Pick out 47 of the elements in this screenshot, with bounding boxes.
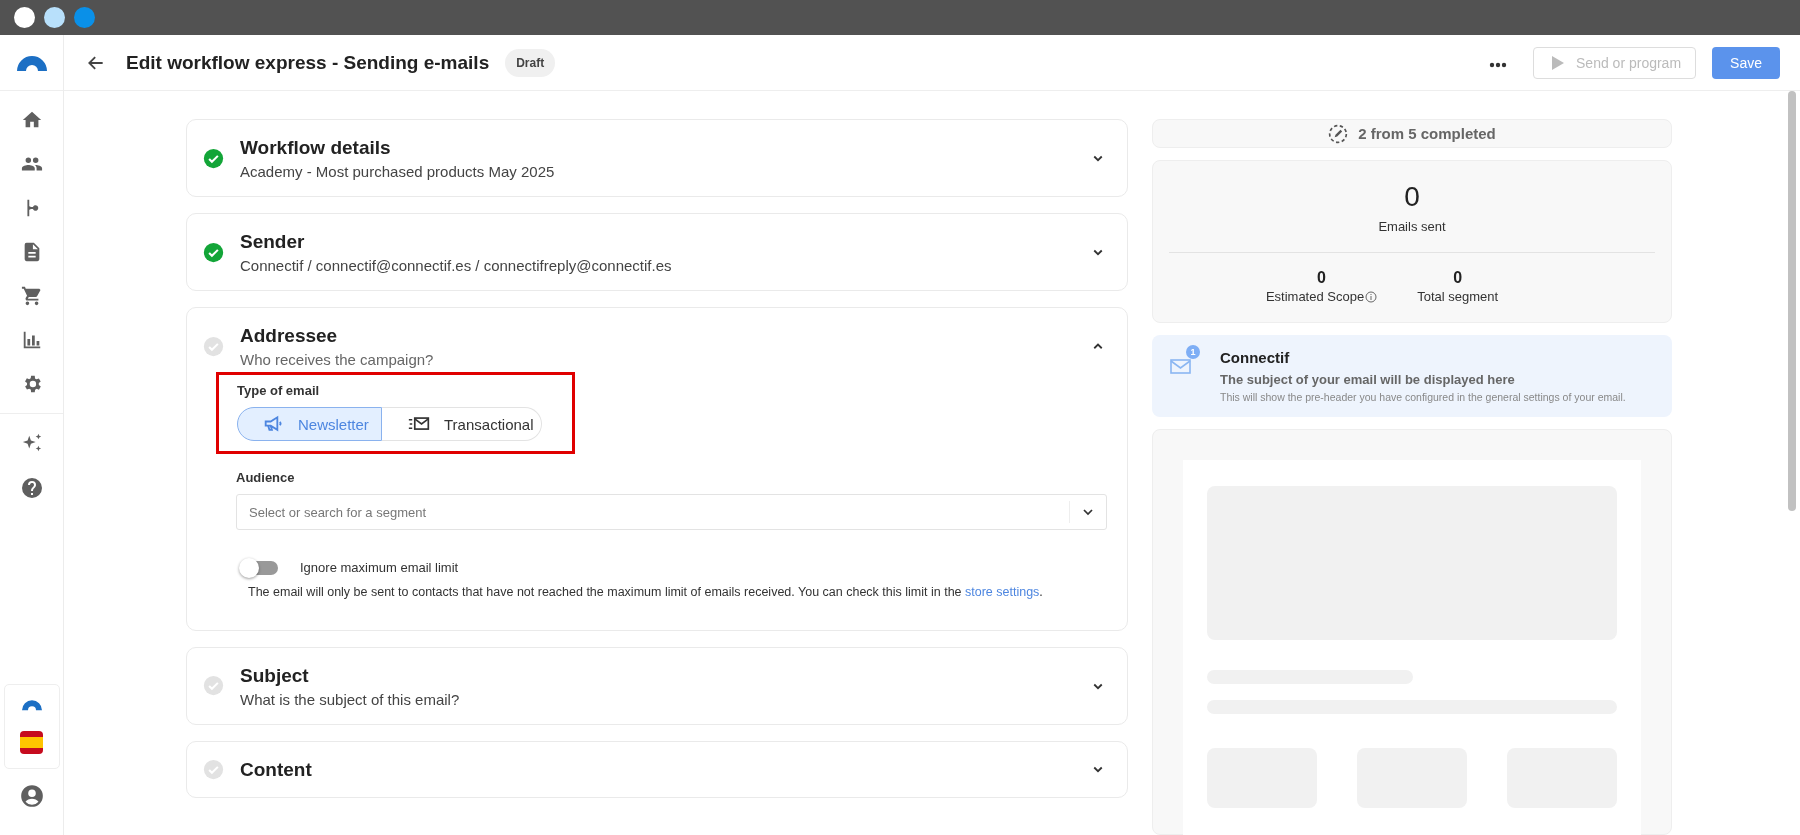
stat-value: 0 (1404, 181, 1420, 213)
stat-value: 0 (1453, 269, 1463, 287)
limit-note: The email will only be sent to contacts that have not reached the maximum limit of emails received. You can check this limit in the store settings. (247, 584, 1044, 601)
field-label: Type of email (237, 383, 321, 398)
subject-preview: The subject of your email will be displayed here (1220, 372, 1516, 387)
sender-name: Connectif (1220, 349, 1291, 366)
flag-icon[interactable] (20, 731, 43, 754)
more-icon (1489, 62, 1507, 68)
stat-label: Emails sent (1378, 219, 1446, 234)
megaphone-icon (264, 415, 284, 433)
section-subtitle: Who receives the campaign? (240, 351, 434, 368)
account-icon[interactable] (18, 783, 45, 809)
section-title: Sender (240, 231, 306, 253)
section-title: Subject (240, 664, 310, 687)
help-icon[interactable] (19, 476, 44, 500)
logo-icon[interactable] (15, 53, 48, 72)
window-button[interactable] (44, 7, 65, 28)
cart-icon[interactable] (20, 285, 43, 307)
scrollbar-thumb[interactable] (1788, 91, 1796, 511)
dashed-edit-icon (1328, 123, 1349, 144)
toggle-label: Ignore maximum email limit (300, 560, 459, 575)
envelope-icon (408, 416, 430, 432)
page-title: Edit workflow express - Sending e-mails (126, 51, 490, 74)
stat-label: Estimated Scope (1265, 289, 1365, 304)
toggle-switch[interactable] (242, 560, 278, 575)
section-title: Addressee (240, 325, 339, 347)
status-badge: Draft (505, 48, 556, 77)
play-icon (1552, 55, 1564, 70)
info-icon[interactable] (1365, 290, 1378, 303)
count-badge: 1 (1186, 345, 1200, 359)
progress-text: 2 from 5 completed (1358, 125, 1496, 142)
section-subtitle: What is the subject of this email? (240, 690, 460, 708)
preheader-preview: This will show the pre-header you have configured in the general settings of your email. (1220, 391, 1626, 403)
audience-select[interactable]: Select or search for a segment (236, 494, 1107, 530)
email-type-option[interactable]: Newsletter (237, 407, 382, 441)
brand-logo-icon[interactable] (20, 699, 43, 711)
section-title: Content (240, 758, 312, 781)
field-label: Audience (236, 470, 296, 485)
stat-value: 0 (1317, 269, 1326, 287)
stat-label: Total segment (1417, 289, 1499, 304)
section-subtitle: Connectif / connectif@connectif.es / connectifreply@connectif.es (240, 257, 672, 274)
section-subtitle: Academy - Most purchased products May 2025 (240, 163, 555, 180)
email-type-option[interactable]: Transactional (382, 407, 542, 441)
window-button[interactable] (14, 7, 35, 28)
save-button[interactable]: Save (1712, 46, 1780, 79)
envelope-icon (1170, 357, 1192, 375)
section-title: Workflow details (240, 137, 392, 159)
